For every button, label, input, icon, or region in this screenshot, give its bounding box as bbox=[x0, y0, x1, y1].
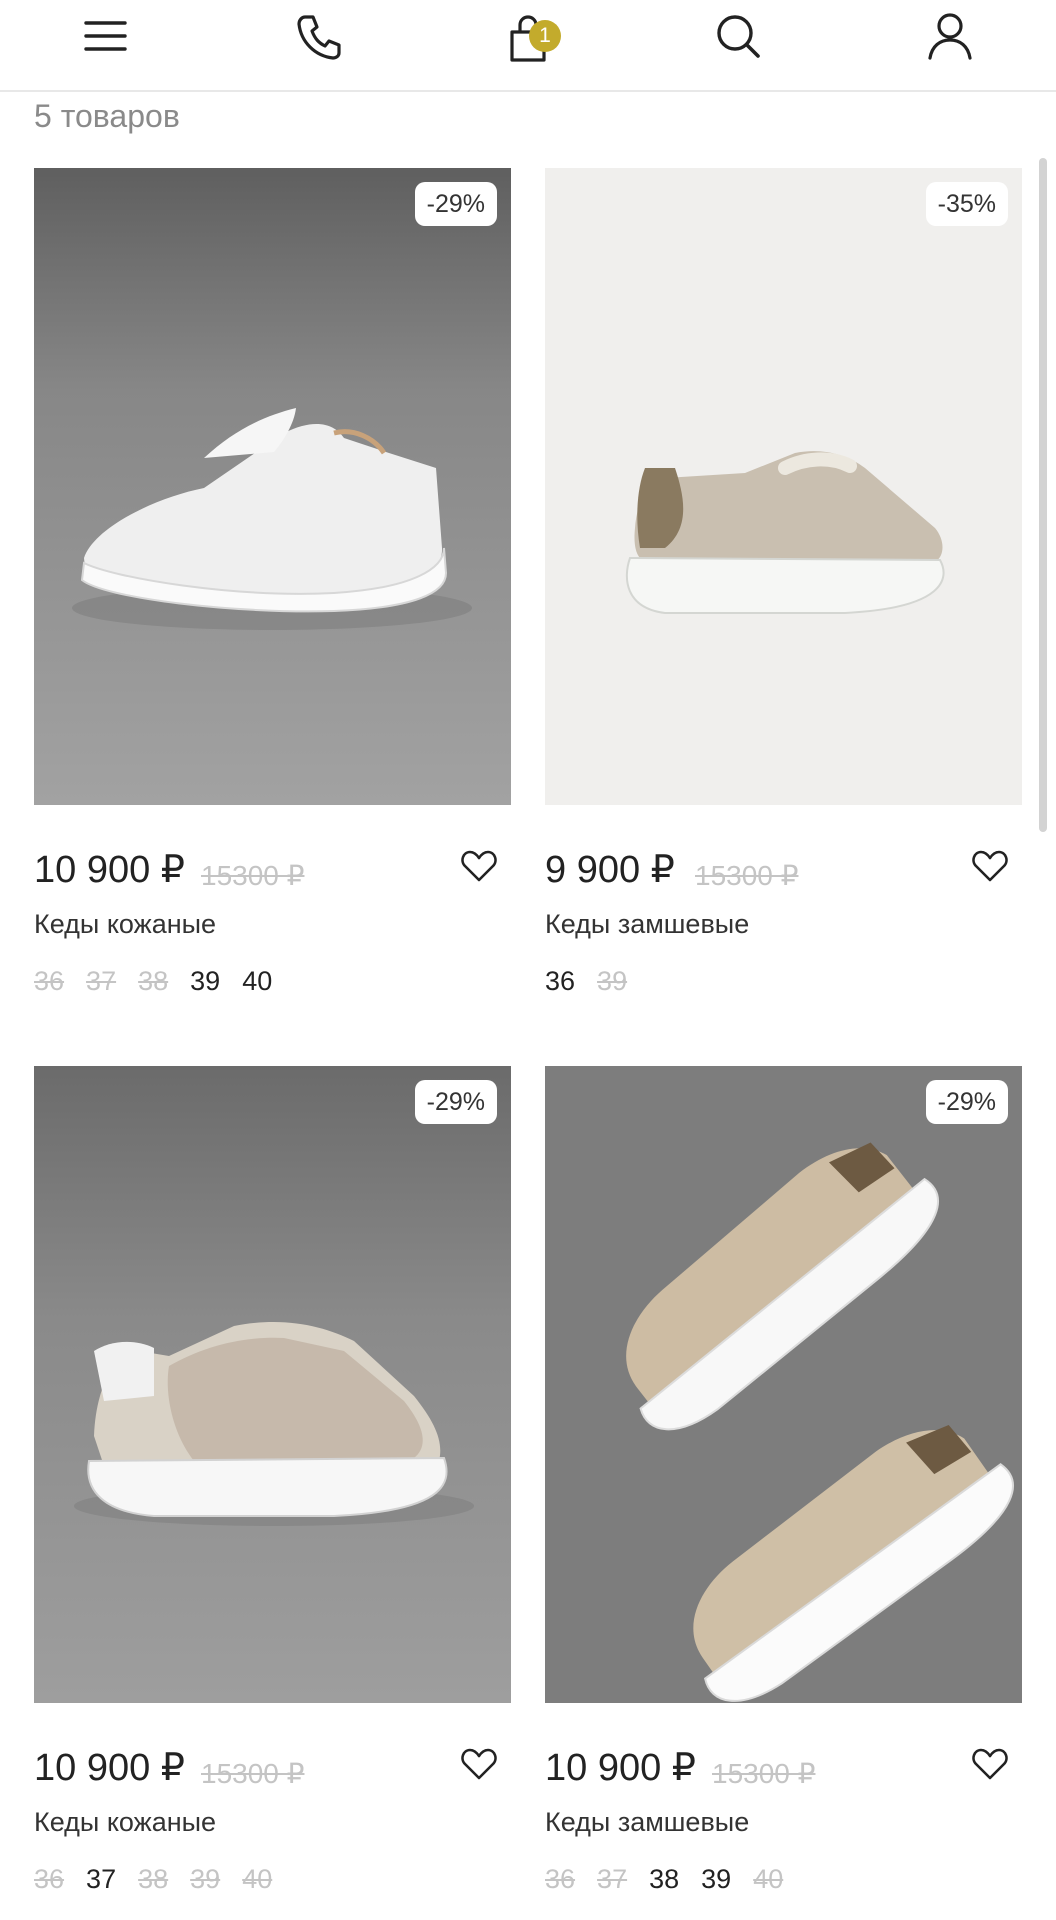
size-option: 37 bbox=[86, 966, 117, 996]
product-image[interactable]: -29% bbox=[545, 1066, 1022, 1703]
size-option[interactable]: 38 bbox=[649, 1864, 679, 1895]
product-title: Кеды замшевые bbox=[545, 1807, 750, 1837]
price: 10 900 ₽ bbox=[34, 849, 185, 891]
top-navigation-bar: 1 bbox=[0, 0, 1056, 92]
size-option: 39 bbox=[597, 966, 628, 996]
product-image[interactable]: -29% bbox=[34, 1066, 511, 1703]
product-title: Кеды замшевые bbox=[545, 909, 750, 939]
discount-badge: -35% bbox=[925, 182, 1008, 226]
old-price: 15300 ₽ bbox=[695, 860, 799, 891]
product-title: Кеды кожаные bbox=[34, 1807, 217, 1837]
heart-icon[interactable] bbox=[972, 1747, 1008, 1781]
size-option: 36 bbox=[545, 1864, 576, 1894]
product-image[interactable]: -29% bbox=[34, 168, 511, 805]
size-option[interactable]: 39 bbox=[190, 966, 220, 997]
size-option[interactable]: 37 bbox=[86, 1864, 116, 1895]
product-image[interactable]: -35% bbox=[545, 168, 1022, 805]
product-title: Кеды кожаные bbox=[34, 909, 217, 939]
product-count: 5 товаров bbox=[34, 98, 180, 134]
old-price: 15300 ₽ bbox=[201, 860, 305, 891]
size-option: 38 bbox=[138, 966, 169, 996]
old-price: 15300 ₽ bbox=[201, 1758, 305, 1789]
user-icon[interactable] bbox=[922, 8, 978, 64]
cart-count-badge: 1 bbox=[529, 20, 561, 52]
discount-badge: -29% bbox=[414, 1080, 497, 1124]
size-option: 37 bbox=[597, 1864, 628, 1894]
heart-icon[interactable] bbox=[461, 1747, 497, 1781]
product-card[interactable]: -29% 10 900 ₽ 15300 ₽ Кеды кожаные 36 37 3… bbox=[34, 168, 511, 1002]
scrollbar[interactable] bbox=[1039, 158, 1047, 832]
size-option[interactable]: 40 bbox=[242, 966, 272, 997]
product-card[interactable]: -29% 10 900 ₽ 15300 ₽ Кеды кожаные 36 37 3… bbox=[34, 1066, 511, 1900]
discount-badge: -29% bbox=[414, 182, 497, 226]
size-option: 40 bbox=[753, 1864, 784, 1894]
price: 9 900 ₽ bbox=[545, 849, 675, 891]
size-option: 39 bbox=[190, 1864, 221, 1894]
size-list: 36 37 38 39 40 bbox=[34, 1864, 511, 1900]
heart-icon[interactable] bbox=[461, 849, 497, 883]
phone-icon[interactable] bbox=[291, 8, 347, 64]
size-list: 36 37 38 39 40 bbox=[34, 966, 511, 1002]
product-card[interactable]: -29% 10 900 ₽ 15300 ₽ Кеды замшевые 36 37… bbox=[545, 1066, 1022, 1900]
size-option[interactable]: 36 bbox=[545, 966, 575, 997]
heart-icon[interactable] bbox=[972, 849, 1008, 883]
size-list: 36 37 38 39 40 bbox=[545, 1864, 1022, 1900]
price: 10 900 ₽ bbox=[545, 1747, 696, 1789]
menu-icon[interactable] bbox=[78, 8, 134, 64]
size-list: 36 39 bbox=[545, 966, 1022, 1002]
size-option: 38 bbox=[138, 1864, 169, 1894]
old-price: 15300 ₽ bbox=[712, 1758, 816, 1789]
cart-icon[interactable]: 1 bbox=[500, 8, 561, 64]
product-card[interactable]: -35% 9 900 ₽ 15300 ₽ Кеды замшевые 36 39 bbox=[545, 168, 1022, 1002]
price: 10 900 ₽ bbox=[34, 1747, 185, 1789]
search-icon[interactable] bbox=[710, 8, 766, 64]
size-option: 40 bbox=[242, 1864, 273, 1894]
size-option: 36 bbox=[34, 1864, 65, 1894]
discount-badge: -29% bbox=[925, 1080, 1008, 1124]
size-option: 36 bbox=[34, 966, 65, 996]
size-option[interactable]: 39 bbox=[701, 1864, 731, 1895]
